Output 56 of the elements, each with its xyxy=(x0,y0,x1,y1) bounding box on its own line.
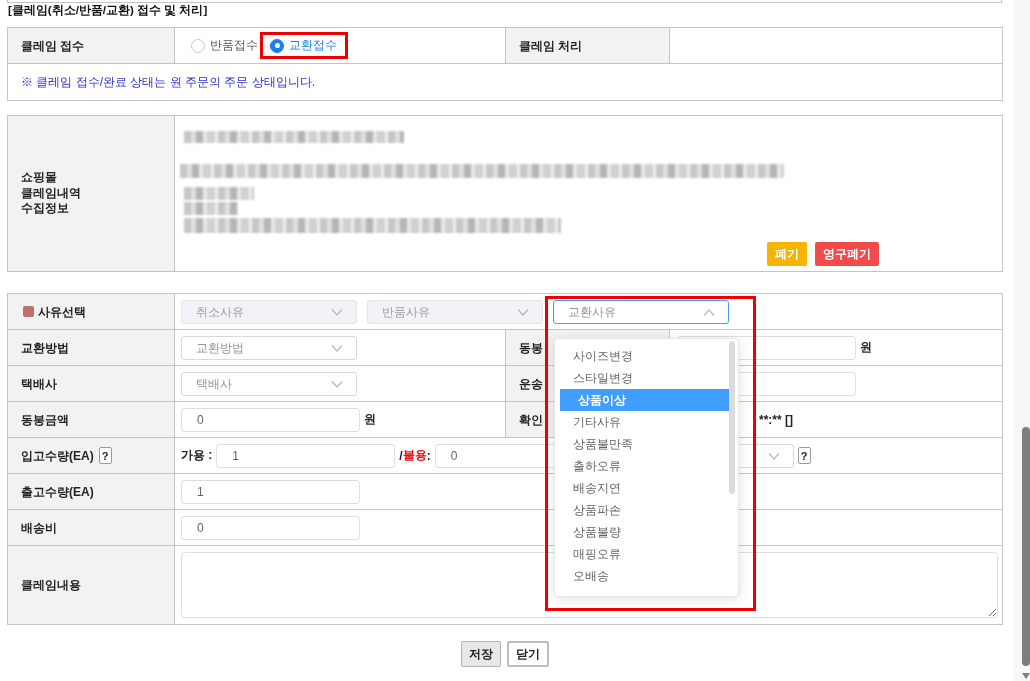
masked-text: **:** [] xyxy=(759,412,793,427)
permanent-discard-button[interactable]: 영구폐기 xyxy=(815,242,879,266)
chevron-down-icon xyxy=(331,308,343,316)
field-label: 클레임 처리 xyxy=(519,38,583,53)
radio-option[interactable]: 반품접수 xyxy=(191,38,258,53)
select-field[interactable]: 교환사유 xyxy=(553,299,729,324)
chevron-down-icon xyxy=(331,344,343,352)
dropdown-option[interactable]: 상품불량 xyxy=(560,520,732,543)
triangle-down-icon[interactable] xyxy=(1022,673,1030,679)
dropdown-option[interactable]: 기타사유 xyxy=(560,410,732,433)
redacted-text xyxy=(184,202,238,215)
dropdown-option[interactable]: 배송지연 xyxy=(560,476,732,499)
chevron-down-icon xyxy=(331,380,343,388)
section-title: [클레임(취소/반품/교환) 접수 및 처리] xyxy=(8,3,208,17)
chevron-down-icon xyxy=(767,452,780,460)
chevron-down-icon xyxy=(517,308,529,316)
field-label: 확인 xyxy=(519,412,543,427)
dropdown-option[interactable]: 상품파손 xyxy=(560,498,732,521)
close-button[interactable]: 닫기 xyxy=(506,641,549,667)
dropdown-option[interactable]: 매핑오류 xyxy=(560,542,732,565)
save-button[interactable]: 저장 xyxy=(460,641,501,667)
field-label: 입고수량(EA) xyxy=(21,447,94,464)
field-label: 배송비 xyxy=(21,519,57,536)
unit-label: 원 xyxy=(364,411,376,428)
input-field[interactable]: 0 xyxy=(181,407,360,432)
notice-text: ※ 클레임 접수/완료 상태는 원 주문의 주문 상태입니다. xyxy=(21,74,315,89)
help-button[interactable]: ? xyxy=(797,447,811,464)
field-label: 교환방법 xyxy=(21,339,69,356)
radio-option[interactable]: 교환접수 xyxy=(270,38,337,53)
scrollbar-thumb[interactable] xyxy=(729,340,735,494)
field-label: 클레임내용 xyxy=(21,577,81,593)
unit-label: 원 xyxy=(860,339,872,356)
field-label: 클레임 접수 xyxy=(21,38,85,53)
inline-label: 가용 : xyxy=(181,447,213,464)
radio-icon[interactable] xyxy=(191,38,205,53)
dropdown-option[interactable]: 오배송 xyxy=(560,564,732,587)
field-label: 동봉 xyxy=(519,340,543,355)
field-label: 사유선택 xyxy=(38,303,86,320)
redacted-text xyxy=(184,187,254,200)
input-field[interactable]: 0 xyxy=(181,515,360,540)
scrollbar-thumb[interactable] xyxy=(1022,427,1030,666)
inline-label: : xyxy=(426,448,431,463)
dropdown-option[interactable]: 스타일변경 xyxy=(560,366,732,389)
inline-label: 불용 xyxy=(402,447,427,464)
input-field[interactable]: 1 xyxy=(216,443,396,468)
field-label: 운송 xyxy=(519,376,543,391)
field-label: 쇼핑몰 클레임내역 수집정보 xyxy=(21,170,81,216)
field-label: 출고수량(EA) xyxy=(21,483,94,500)
dropdown-option[interactable]: 사이즈변경 xyxy=(560,344,732,367)
input-field[interactable]: 1 xyxy=(181,479,360,504)
help-button[interactable]: ? xyxy=(98,447,112,464)
radio-icon[interactable] xyxy=(270,38,284,53)
field-label: 동봉금액 xyxy=(21,411,69,428)
chevron-up-icon xyxy=(703,308,715,316)
inline-label: / xyxy=(399,448,403,463)
field-label: 택배사 xyxy=(21,375,57,392)
